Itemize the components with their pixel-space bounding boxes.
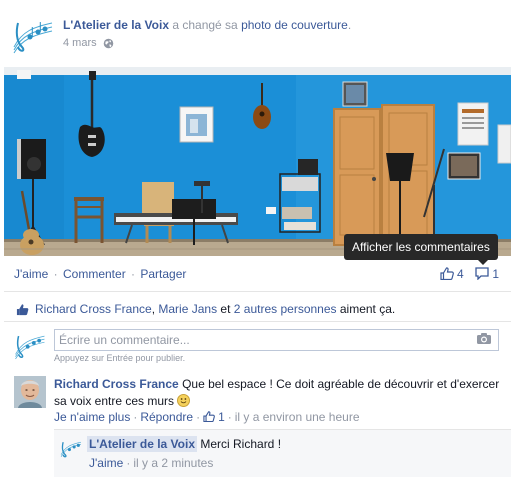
cover-photo[interactable] xyxy=(4,67,511,256)
liker-link-1[interactable]: Richard Cross France xyxy=(35,302,152,316)
reply-line: L'Atelier de la Voix Merci Richard ! xyxy=(87,436,282,452)
share-link[interactable]: Partager xyxy=(140,267,186,281)
reply-time[interactable]: il y a 2 minutes xyxy=(133,456,213,470)
like-count[interactable]: 4 xyxy=(457,267,464,281)
composer-avatar xyxy=(15,335,45,360)
comment-time[interactable]: il y a environ une heure xyxy=(235,410,360,424)
likes-and: et xyxy=(220,302,231,316)
separator: · xyxy=(133,410,138,424)
separator: · xyxy=(131,267,136,281)
separator: · xyxy=(53,267,58,281)
comment-count[interactable]: 1 xyxy=(492,267,499,281)
reply-box: L'Atelier de la Voix Merci Richard ! J'a… xyxy=(54,429,511,477)
action-text: a changé sa xyxy=(172,18,238,32)
comment-icon[interactable] xyxy=(475,267,489,281)
comment-like-count[interactable]: 1 xyxy=(218,410,225,424)
post-headline: L'Atelier de la Voix a changé sa photo d… xyxy=(63,18,351,32)
liker-link-2[interactable]: Marie Jans xyxy=(158,302,217,316)
enter-hint: Appuyez sur Entrée pour publier. xyxy=(54,353,186,363)
likes-suffix: aiment ça. xyxy=(339,302,396,316)
likes-comma: , xyxy=(151,302,156,316)
post-actions: J'aime · Commenter · Partager xyxy=(14,267,186,281)
reply-avatar[interactable] xyxy=(60,438,82,460)
thumbs-up-icon[interactable] xyxy=(203,411,215,423)
post-meta: 4 mars xyxy=(63,37,114,49)
reply-meta: J'aime · il y a 2 minutes xyxy=(89,456,213,470)
comment-author-link[interactable]: Richard Cross France xyxy=(54,377,179,391)
reply-like-link[interactable]: J'aime xyxy=(89,456,123,470)
divider xyxy=(4,291,511,292)
separator: · xyxy=(196,410,201,424)
reply-text: Merci Richard ! xyxy=(200,437,282,451)
cover-photo-image xyxy=(4,67,511,256)
avatar[interactable] xyxy=(14,376,46,408)
thumbs-up-icon xyxy=(16,304,29,316)
other-likers-link[interactable]: 2 autres personnes xyxy=(234,302,337,316)
like-link[interactable]: J'aime xyxy=(14,267,48,281)
page-logo[interactable] xyxy=(12,17,54,55)
comment-body: Richard Cross France Que bel espace ! Ce… xyxy=(54,376,500,410)
smiley-icon xyxy=(177,394,191,407)
comment-meta: Je n'aime plus · Répondre · 1 · il y a enviro… xyxy=(54,410,360,424)
comment-link[interactable]: Commenter xyxy=(63,267,126,281)
camera-icon[interactable] xyxy=(476,332,492,345)
post-header: L'Atelier de la Voix a changé sa photo d… xyxy=(12,12,502,58)
comments-tooltip: Afficher les commentaires xyxy=(344,234,498,265)
unlike-link[interactable]: Je n'aime plus xyxy=(54,410,130,424)
post-date[interactable]: 4 mars xyxy=(63,37,97,49)
thumbs-up-icon[interactable] xyxy=(439,267,454,281)
reply-link[interactable]: Répondre xyxy=(140,410,193,424)
comment-input[interactable] xyxy=(54,329,499,351)
separator: · xyxy=(227,410,232,424)
post-counts: 4 1 xyxy=(439,266,499,281)
action-end: . xyxy=(347,18,352,32)
cover-photo-link[interactable]: photo de couverture xyxy=(241,18,348,32)
page-name-link[interactable]: L'Atelier de la Voix xyxy=(63,18,169,32)
avatar-image xyxy=(14,376,46,408)
globe-icon[interactable] xyxy=(103,38,114,49)
separator: · xyxy=(126,456,131,470)
likes-summary: Richard Cross France, Marie Jans et 2 au… xyxy=(16,302,395,316)
divider xyxy=(4,321,511,322)
reply-author-link[interactable]: L'Atelier de la Voix xyxy=(87,436,197,452)
